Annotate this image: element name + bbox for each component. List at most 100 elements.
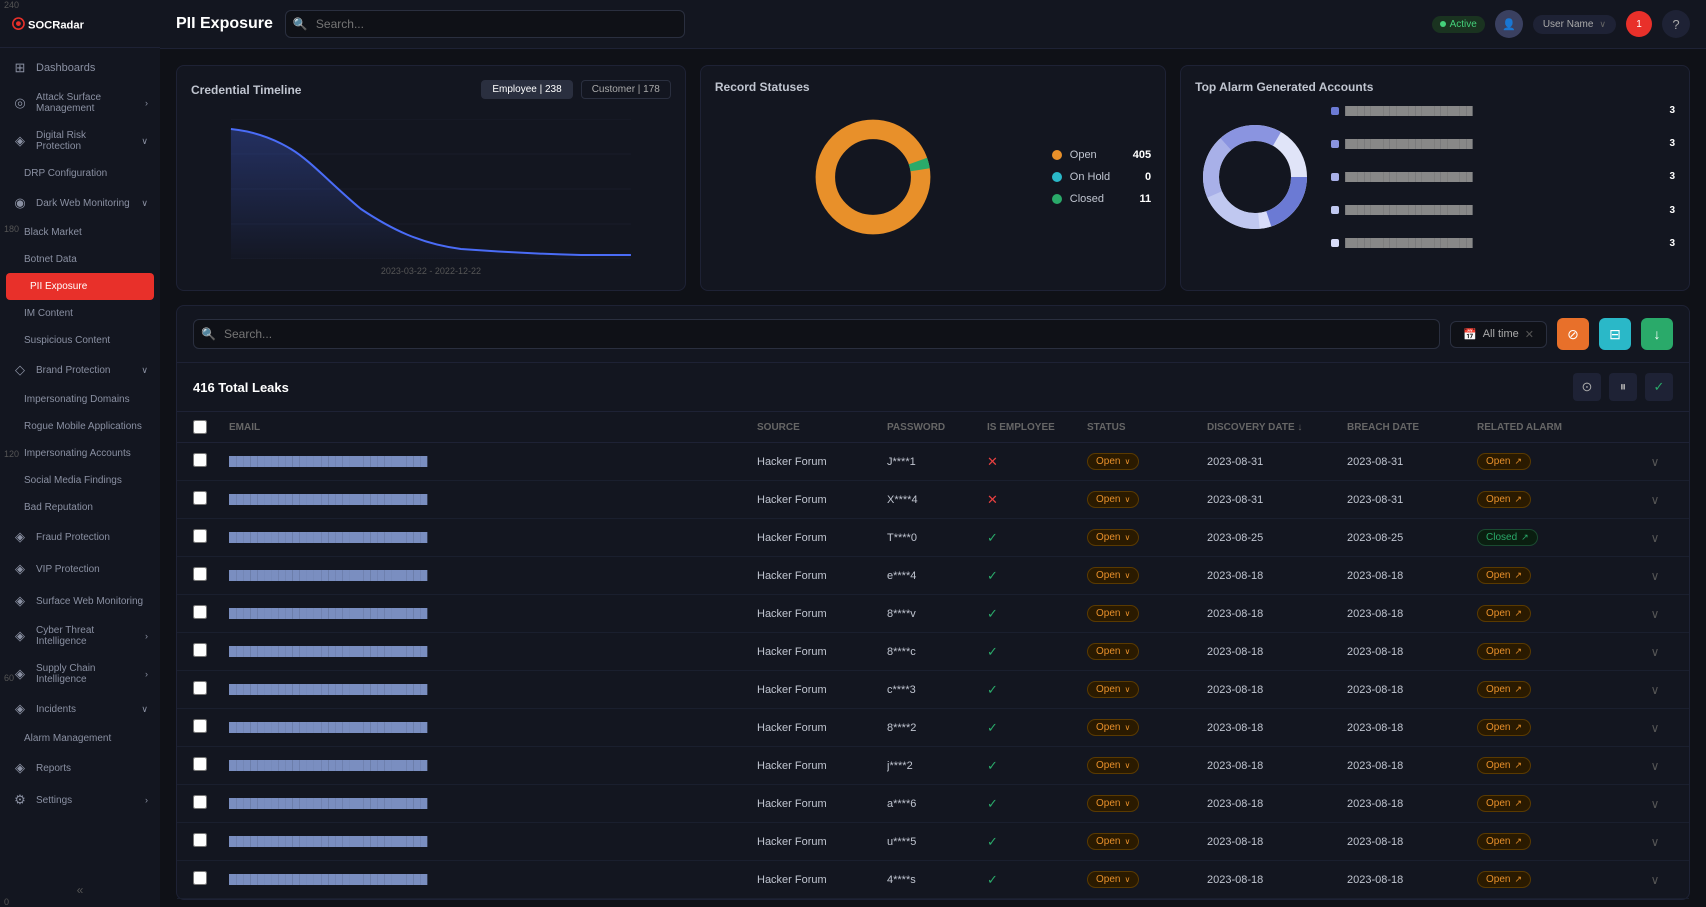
tab-employee[interactable]: Employee | 238 bbox=[481, 80, 572, 99]
row-status[interactable]: Open ∨ bbox=[1087, 453, 1207, 470]
sidebar-item-pii-exposure[interactable]: PII Exposure bbox=[6, 273, 154, 300]
sidebar-item-digital-risk[interactable]: ◈ Digital Risk Protection ∨ bbox=[0, 122, 160, 160]
status-pill[interactable]: Open ∨ bbox=[1087, 453, 1139, 470]
select-all-checkbox[interactable] bbox=[193, 420, 207, 434]
row-expand-button[interactable]: ∨ bbox=[1637, 873, 1673, 887]
sidebar-item-botnet-data[interactable]: Botnet Data bbox=[0, 246, 160, 273]
filter-btn-teal[interactable]: ⊟ bbox=[1599, 318, 1631, 350]
sidebar-item-attack-surface[interactable]: ◎ Attack Surface Management › bbox=[0, 84, 160, 122]
row-related-alarm[interactable]: Open ↗ bbox=[1477, 643, 1637, 660]
row-checkbox[interactable] bbox=[193, 795, 229, 812]
alarm-pill[interactable]: Open ↗ bbox=[1477, 795, 1531, 812]
row-expand-button[interactable]: ∨ bbox=[1637, 569, 1673, 583]
status-pill[interactable]: Open ∨ bbox=[1087, 871, 1139, 888]
alarm-pill[interactable]: Closed ↗ bbox=[1477, 529, 1538, 546]
sidebar-item-bad-reputation[interactable]: Bad Reputation bbox=[0, 494, 160, 521]
sidebar-item-dashboards[interactable]: ⊞ Dashboards bbox=[0, 52, 160, 84]
row-expand-button[interactable]: ∨ bbox=[1637, 835, 1673, 849]
sidebar-item-dark-web[interactable]: ◉ Dark Web Monitoring ∨ bbox=[0, 187, 160, 219]
row-checkbox[interactable] bbox=[193, 529, 229, 546]
table-row[interactable]: ████████████████████████████ Hacker Foru… bbox=[177, 823, 1689, 861]
table-row[interactable]: ████████████████████████████ Hacker Foru… bbox=[177, 671, 1689, 709]
status-pill[interactable]: Open ∨ bbox=[1087, 719, 1139, 736]
row-checkbox[interactable] bbox=[193, 871, 229, 888]
status-pill[interactable]: Open ∨ bbox=[1087, 567, 1139, 584]
filter-btn-orange[interactable]: ⊘ bbox=[1557, 318, 1589, 350]
row-status[interactable]: Open ∨ bbox=[1087, 491, 1207, 508]
alarm-pill[interactable]: Open ↗ bbox=[1477, 491, 1531, 508]
sidebar-item-reports[interactable]: ◈ Reports bbox=[0, 752, 160, 784]
alarm-pill[interactable]: Open ↗ bbox=[1477, 757, 1531, 774]
sidebar-item-brand-protection[interactable]: ◇ Brand Protection ∨ bbox=[0, 354, 160, 386]
alarm-pill[interactable]: Open ↗ bbox=[1477, 833, 1531, 850]
sidebar-item-alarm-management[interactable]: Alarm Management bbox=[0, 725, 160, 752]
status-pill[interactable]: Open ∨ bbox=[1087, 757, 1139, 774]
row-select-checkbox[interactable] bbox=[193, 453, 207, 467]
sidebar-item-rogue-mobile[interactable]: Rogue Mobile Applications bbox=[0, 413, 160, 440]
row-expand-button[interactable]: ∨ bbox=[1637, 531, 1673, 545]
row-status[interactable]: Open ∨ bbox=[1087, 529, 1207, 546]
action-btn-filter[interactable]: ⊙ bbox=[1573, 373, 1601, 401]
row-select-checkbox[interactable] bbox=[193, 871, 207, 885]
table-row[interactable]: ████████████████████████████ Hacker Foru… bbox=[177, 519, 1689, 557]
row-related-alarm[interactable]: Open ↗ bbox=[1477, 605, 1637, 622]
sidebar-item-drp-config[interactable]: DRP Configuration bbox=[0, 160, 160, 187]
row-status[interactable]: Open ∨ bbox=[1087, 833, 1207, 850]
action-btn-pause[interactable]: ⏸ bbox=[1609, 373, 1637, 401]
row-related-alarm[interactable]: Open ↗ bbox=[1477, 719, 1637, 736]
tab-customer[interactable]: Customer | 178 bbox=[581, 80, 671, 99]
table-row[interactable]: ████████████████████████████ Hacker Foru… bbox=[177, 557, 1689, 595]
alarm-pill[interactable]: Open ↗ bbox=[1477, 453, 1531, 470]
table-row[interactable]: ████████████████████████████ Hacker Foru… bbox=[177, 785, 1689, 823]
status-pill[interactable]: Open ∨ bbox=[1087, 491, 1139, 508]
sidebar-item-surface-web[interactable]: ◈ Surface Web Monitoring bbox=[0, 585, 160, 617]
user-menu[interactable]: User Name ∨ bbox=[1533, 15, 1616, 34]
row-select-checkbox[interactable] bbox=[193, 833, 207, 847]
table-row[interactable]: ████████████████████████████ Hacker Foru… bbox=[177, 861, 1689, 899]
table-row[interactable]: ████████████████████████████ Hacker Foru… bbox=[177, 709, 1689, 747]
row-checkbox[interactable] bbox=[193, 833, 229, 850]
status-pill[interactable]: Open ∨ bbox=[1087, 795, 1139, 812]
row-expand-button[interactable]: ∨ bbox=[1637, 607, 1673, 621]
row-select-checkbox[interactable] bbox=[193, 757, 207, 771]
table-row[interactable]: ████████████████████████████ Hacker Foru… bbox=[177, 747, 1689, 785]
row-checkbox[interactable] bbox=[193, 757, 229, 774]
row-expand-button[interactable]: ∨ bbox=[1637, 759, 1673, 773]
row-status[interactable]: Open ∨ bbox=[1087, 567, 1207, 584]
row-related-alarm[interactable]: Closed ↗ bbox=[1477, 529, 1637, 546]
row-related-alarm[interactable]: Open ↗ bbox=[1477, 491, 1637, 508]
sidebar-item-im-content[interactable]: IM Content bbox=[0, 300, 160, 327]
status-pill[interactable]: Open ∨ bbox=[1087, 681, 1139, 698]
row-related-alarm[interactable]: Open ↗ bbox=[1477, 453, 1637, 470]
row-status[interactable]: Open ∨ bbox=[1087, 719, 1207, 736]
sidebar-item-fraud-protection[interactable]: ◈ Fraud Protection bbox=[0, 521, 160, 553]
row-select-checkbox[interactable] bbox=[193, 795, 207, 809]
row-checkbox[interactable] bbox=[193, 681, 229, 698]
time-filter[interactable]: 📅 All time ✕ bbox=[1450, 321, 1547, 348]
row-checkbox[interactable] bbox=[193, 719, 229, 736]
row-select-checkbox[interactable] bbox=[193, 643, 207, 657]
sidebar-item-impersonating-accounts[interactable]: Impersonating Accounts bbox=[0, 440, 160, 467]
row-status[interactable]: Open ∨ bbox=[1087, 643, 1207, 660]
row-status[interactable]: Open ∨ bbox=[1087, 795, 1207, 812]
row-select-checkbox[interactable] bbox=[193, 681, 207, 695]
row-status[interactable]: Open ∨ bbox=[1087, 681, 1207, 698]
status-pill[interactable]: Open ∨ bbox=[1087, 833, 1139, 850]
sidebar-item-cyber-threat[interactable]: ◈ Cyber Threat Intelligence › bbox=[0, 617, 160, 655]
sidebar-item-social-media[interactable]: Social Media Findings bbox=[0, 467, 160, 494]
row-related-alarm[interactable]: Open ↗ bbox=[1477, 871, 1637, 888]
status-pill[interactable]: Open ∨ bbox=[1087, 605, 1139, 622]
table-row[interactable]: ████████████████████████████ Hacker Foru… bbox=[177, 443, 1689, 481]
status-pill[interactable]: Open ∨ bbox=[1087, 643, 1139, 660]
row-select-checkbox[interactable] bbox=[193, 719, 207, 733]
row-related-alarm[interactable]: Open ↗ bbox=[1477, 681, 1637, 698]
row-select-checkbox[interactable] bbox=[193, 605, 207, 619]
alarm-pill[interactable]: Open ↗ bbox=[1477, 567, 1531, 584]
filter-btn-green[interactable]: ↓ bbox=[1641, 318, 1673, 350]
row-expand-button[interactable]: ∨ bbox=[1637, 721, 1673, 735]
row-select-checkbox[interactable] bbox=[193, 529, 207, 543]
row-select-checkbox[interactable] bbox=[193, 491, 207, 505]
topbar-search-input[interactable] bbox=[285, 10, 685, 38]
sidebar-item-suspicious[interactable]: Suspicious Content bbox=[0, 327, 160, 354]
row-checkbox[interactable] bbox=[193, 567, 229, 584]
